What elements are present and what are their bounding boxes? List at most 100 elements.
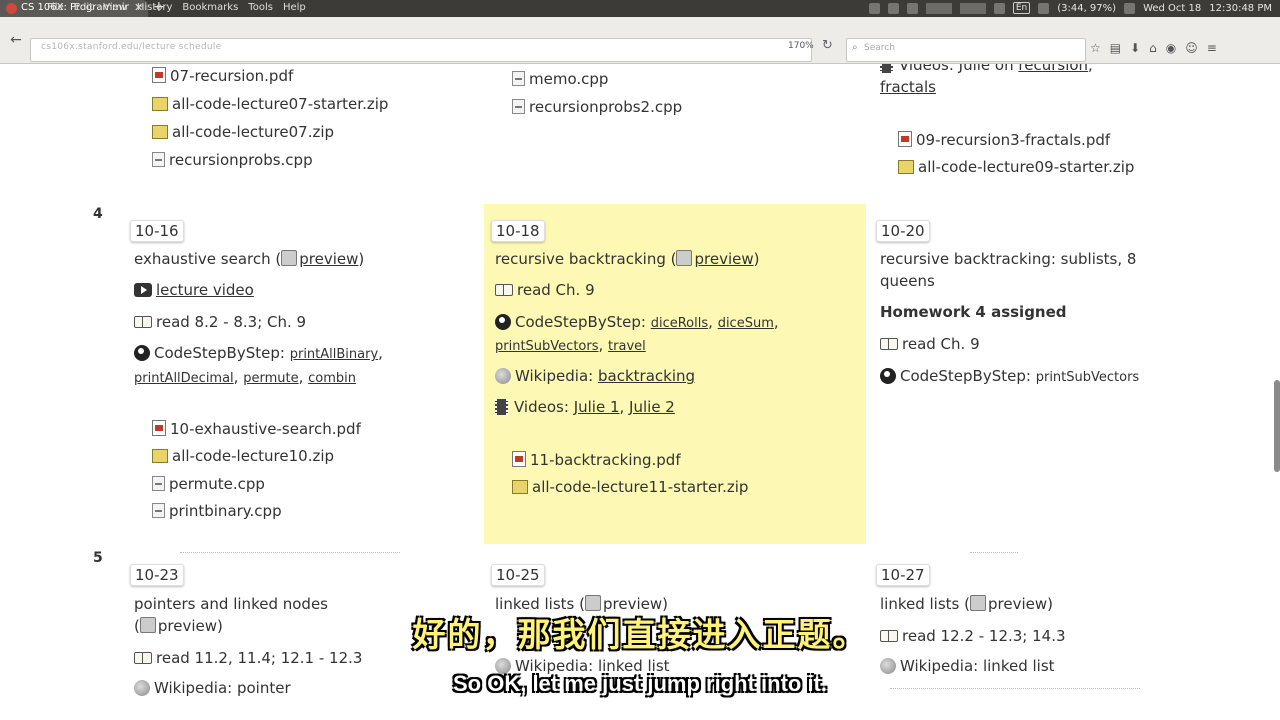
lecture-video-row: lecture video [134,281,254,299]
reading-list-icon[interactable]: ▤ [1110,41,1121,55]
codestep-link[interactable]: printAllDecimal [134,371,234,386]
pdf-file-icon [152,420,166,436]
codestep-link[interactable]: travel [608,339,646,354]
codestep-link[interactable]: diceSum [718,316,774,331]
clock-time[interactable]: 12:30:48 PM [1209,3,1272,14]
week-divider [180,552,400,553]
keyboard-language[interactable]: En [1012,2,1031,14]
video-link[interactable]: Julie 1 [574,398,620,416]
file-link[interactable]: permute.cpp [152,475,265,493]
codestep-label: CodeStepByStep: [154,344,285,362]
tray-app-icon[interactable] [868,2,880,14]
codestep-link[interactable]: combin [308,371,356,386]
file-name: all-code-lecture07.zip [172,123,335,141]
codestep-link[interactable]: printSubVectors [495,339,599,354]
home-icon[interactable]: ⌂ [1149,41,1157,55]
file-link[interactable]: all-code-lecture10.zip [152,447,334,465]
codestep-link[interactable]: printSubVectors [1036,370,1140,385]
lecture-video-link[interactable]: lecture video [156,281,254,299]
book-icon [495,284,513,296]
homework-assigned: Homework 4 assigned [880,303,1067,321]
reading-text: read Ch. 9 [902,335,980,353]
cpp-file-icon [512,71,525,86]
lecture-title-text: exhaustive search ( [134,250,282,268]
tray-dropbox-icon[interactable] [887,2,899,14]
video-link[interactable]: Julie 2 [629,398,675,416]
file-link[interactable]: all-code-lecture11-starter.zip [512,478,748,496]
menu-icon[interactable]: ≡ [1207,41,1217,55]
video-link-recursion[interactable]: recursion [1018,64,1088,74]
video-link-fractals[interactable]: fractals [880,78,936,96]
video-reel-icon [880,64,893,73]
file-link[interactable]: printbinary.cpp [152,502,282,520]
menu-history[interactable]: History [137,2,173,13]
battery-status: (3:44, 97%) [1057,2,1117,14]
tray-sync-icon[interactable] [906,2,918,14]
account-icon[interactable]: ☺ [1185,41,1198,55]
preview-link[interactable]: preview [299,250,358,268]
file-name: all-code-lecture10.zip [172,447,335,465]
file-link[interactable]: all-code-lecture07-starter.zip [152,95,388,113]
file-link[interactable]: all-code-lecture09-starter.zip [898,158,1134,176]
url-bar[interactable]: cs106x.stanford.edu/lecture schedule [30,38,812,62]
paren: ) [358,250,365,268]
videos-label: Videos: [514,398,569,416]
file-link[interactable]: 07-recursion.pdf [152,67,293,85]
page-scrollbar[interactable] [1274,380,1280,472]
tab-favicon-icon [6,3,17,14]
wikipedia-label: Wikipedia: [515,367,594,385]
cpp-file-icon [152,152,165,167]
browser-toolbar: ☆ ▤ ⬇ ⌂ ◉ ☺ ≡ [1090,41,1217,55]
file-link[interactable]: memo.cpp [512,70,608,88]
menu-view[interactable]: View [103,2,127,13]
codestep-link[interactable]: printAllBinary [290,347,378,362]
pdf-file-icon [898,131,912,147]
date-badge: 10-27 [876,564,930,586]
videos-label: Videos: Julie on [899,64,1014,74]
extension-icon[interactable]: ◉ [1166,41,1176,55]
reload-icon[interactable]: ↻ [822,38,833,53]
file-link[interactable]: 10-exhaustive-search.pdf [152,420,361,438]
tray-redacted-block [925,2,952,14]
cpp-file-icon [512,99,525,114]
download-icon[interactable]: ⬇ [1130,41,1140,55]
wifi-icon[interactable] [993,2,1005,14]
file-link[interactable]: 09-recursion3-fractals.pdf [898,131,1110,149]
menu-file[interactable]: File [47,2,64,13]
codestep-link[interactable]: diceRolls [651,316,708,331]
menu-tools[interactable]: Tools [248,2,273,13]
file-name: 11-backtracking.pdf [530,451,681,469]
date-badge: 10-25 [491,564,545,586]
menu-help[interactable]: Help [283,2,306,13]
zoom-level[interactable]: 170% [788,41,814,51]
file-link[interactable]: recursionprobs2.cpp [512,98,682,116]
search-input[interactable]: ⌕ Search [846,38,1086,62]
menu-bookmarks[interactable]: Bookmarks [182,2,238,13]
video-reel-icon [495,399,508,415]
file-link[interactable]: all-code-lecture07.zip [152,123,334,141]
os-top-bar: CS 106X: Programmin ✕ + File Edit View H… [0,0,1280,17]
file-name: recursionprobs2.cpp [529,98,683,116]
cpp-file-icon [152,503,165,518]
preview-link[interactable]: preview [694,250,753,268]
bookmark-star-icon[interactable]: ☆ [1090,41,1101,55]
codestep-label: CodeStepByStep: [515,313,646,331]
wikipedia-link[interactable]: backtracking [598,367,695,385]
reading-text: read Ch. 9 [517,281,595,299]
date-badge: 10-20 [876,220,930,242]
tray-redacted-block-2 [959,2,986,14]
file-link[interactable]: 11-backtracking.pdf [512,451,681,469]
wikipedia-row: Wikipedia: backtracking [495,367,695,385]
paren: ) [753,250,760,268]
battery-icon[interactable] [1038,2,1050,14]
codestep-link[interactable]: permute [243,371,298,386]
file-name: recursionprobs.cpp [169,151,313,169]
menu-edit[interactable]: Edit [74,2,93,13]
back-button[interactable]: ← [6,30,26,50]
clock-date[interactable]: Wed Oct 18 [1143,3,1201,14]
volume-icon[interactable] [1124,2,1136,14]
file-name: permute.cpp [169,475,265,493]
book-icon [880,338,898,350]
file-link[interactable]: recursionprobs.cpp [152,151,313,169]
week-number: 5 [93,550,103,566]
